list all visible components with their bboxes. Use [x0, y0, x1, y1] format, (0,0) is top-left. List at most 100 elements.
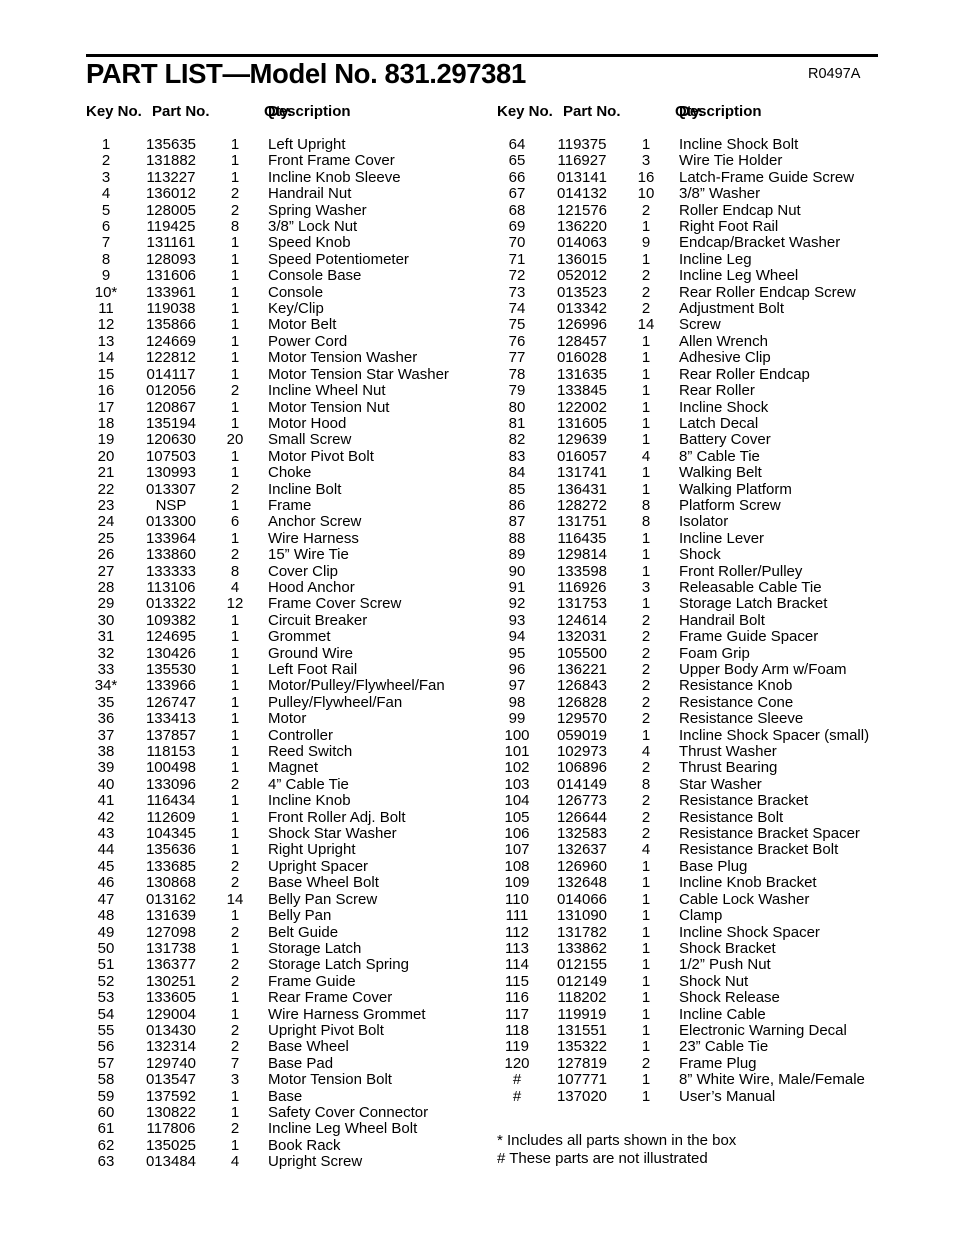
cell-qty: 2	[230, 874, 240, 892]
cell-key-no: 26	[97, 546, 115, 564]
cell-description: Base Wheel	[268, 1038, 349, 1056]
cell-key-no: 69	[508, 218, 526, 236]
cell-part-no: 130251	[145, 972, 197, 990]
footnote: * Includes all parts shown in the box	[497, 1132, 737, 1149]
cell-qty: 2	[641, 201, 651, 219]
cell-part-no: 131882	[145, 152, 197, 170]
cell-key-no: 104	[504, 792, 530, 810]
cell-qty: 2	[641, 611, 651, 629]
cell-description: Belly Pan	[268, 907, 332, 925]
cell-part-no: 106896	[556, 759, 608, 777]
cell-description: Resistance Bracket Bolt	[679, 841, 839, 859]
cell-qty: 2	[230, 185, 240, 203]
cell-qty: 14	[226, 890, 244, 908]
cell-qty: 1	[230, 283, 240, 301]
cell-part-no: 131551	[556, 1021, 608, 1039]
cell-key-no: 83	[508, 447, 526, 465]
cell-description: User’s Manual	[679, 1087, 776, 1105]
cell-description: Left Upright	[268, 136, 346, 153]
footnote: # These parts are not illustrated	[497, 1150, 708, 1167]
cell-description: Shock	[679, 546, 721, 564]
cell-qty: 2	[230, 923, 240, 941]
cell-part-no: 136377	[145, 956, 197, 974]
cell-description: 4” Cable Tie	[268, 775, 349, 793]
cell-part-no: 136012	[145, 185, 197, 203]
cell-qty: 1	[230, 808, 240, 826]
cell-part-no: 013547	[145, 1071, 197, 1089]
cell-part-no: 016028	[556, 349, 608, 367]
cell-description: Shock Release	[679, 989, 780, 1007]
cell-description: Magnet	[268, 759, 319, 777]
cell-part-no: 136431	[556, 480, 608, 498]
cell-key-no: 88	[508, 529, 526, 547]
cell-part-no: 126828	[556, 693, 608, 711]
cell-key-no: 44	[97, 841, 115, 859]
cell-key-no: 6	[101, 218, 111, 236]
cell-description: Controller	[268, 726, 334, 744]
cell-qty: 1	[230, 989, 240, 1007]
cell-part-no: 133862	[556, 939, 608, 957]
cell-qty: 2	[641, 267, 651, 285]
cell-description: 8” White Wire, Male/Female	[679, 1071, 865, 1089]
cell-part-no: 014149	[556, 775, 608, 793]
cell-description: Rear Roller Endcap	[679, 365, 810, 383]
cell-key-no: 72	[508, 267, 526, 285]
cell-description: Frame Guide	[268, 972, 356, 990]
cell-part-no: 128272	[556, 496, 608, 514]
cell-key-no: 89	[508, 546, 526, 564]
column-header-part-no-left: Part No.	[152, 103, 210, 120]
cell-description: Console Base	[268, 267, 362, 285]
cell-qty: 1	[230, 398, 240, 416]
cell-description: Base	[268, 1087, 303, 1105]
cell-qty: 3	[641, 578, 651, 596]
cell-part-no: 107503	[145, 447, 197, 465]
cell-key-no: 28	[97, 578, 115, 596]
cell-part-no: 014117	[146, 365, 196, 383]
cell-qty: 1	[641, 907, 651, 925]
cell-part-no: 014132	[556, 185, 608, 203]
cell-description: Adhesive Clip	[679, 349, 771, 367]
cell-key-no: 19	[97, 431, 115, 449]
cell-description: Base Plug	[679, 857, 748, 875]
cell-qty: 1	[230, 759, 240, 777]
cell-description: Key/Clip	[268, 300, 324, 318]
cell-qty: 1	[641, 562, 651, 580]
cell-part-no: 122812	[145, 349, 197, 367]
cell-qty: 1	[230, 710, 240, 728]
cell-part-no: 121576	[556, 201, 608, 219]
cell-key-no: 93	[508, 611, 526, 629]
cell-qty: 1	[641, 250, 651, 268]
cell-qty: 1	[641, 1005, 651, 1023]
cell-key-no: 18	[97, 414, 115, 432]
cell-qty: 1	[641, 726, 651, 744]
cell-qty: 2	[641, 677, 651, 695]
cell-part-no: 128005	[145, 201, 197, 219]
cell-description: Circuit Breaker	[268, 611, 368, 629]
cell-part-no: 013342	[556, 300, 608, 318]
cell-key-no: 1	[101, 136, 111, 153]
cell-qty: 16	[637, 168, 655, 186]
cell-description: Resistance Sleeve	[679, 710, 804, 728]
cell-qty: 1	[641, 972, 651, 990]
cell-key-no: 38	[97, 743, 115, 761]
cell-qty: 1	[641, 956, 651, 974]
cell-part-no: 132637	[556, 841, 608, 859]
cell-part-no: 116926	[557, 578, 607, 596]
cell-description: Resistance Knob	[679, 677, 793, 695]
cell-qty: 8	[641, 496, 651, 514]
cell-description: Frame Plug	[679, 1054, 757, 1072]
cell-description: Cover Clip	[268, 562, 339, 580]
cell-key-no: 68	[508, 201, 526, 219]
cell-qty: 1	[230, 267, 240, 285]
cell-description: Upright Spacer	[268, 857, 369, 875]
cell-qty: 1	[230, 234, 240, 252]
cell-description: 3/8” Lock Nut	[268, 218, 358, 236]
cell-part-no: 136015	[556, 250, 608, 268]
cell-part-no: 133096	[145, 775, 197, 793]
cell-description: Platform Screw	[679, 496, 781, 514]
cell-qty: 2	[230, 956, 240, 974]
cell-qty: 1	[641, 890, 651, 908]
cell-part-no: 135530	[145, 661, 197, 678]
cell-key-no: 58	[97, 1071, 115, 1089]
cell-key-no: 101	[504, 743, 530, 761]
